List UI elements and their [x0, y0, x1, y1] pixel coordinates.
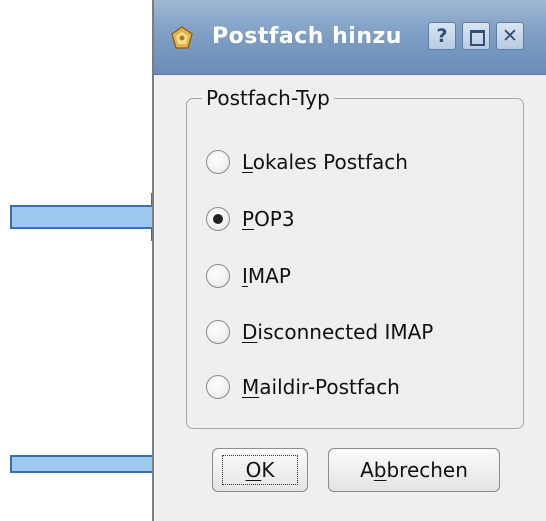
option-label: isconnected IMAP [257, 320, 434, 344]
radio-maildir[interactable]: Maildir-Postfach [206, 371, 400, 403]
cancel-button[interactable]: Abbrechen [328, 448, 500, 492]
radio-button[interactable] [206, 150, 230, 174]
focus-rect [222, 455, 298, 485]
option-mnemonic: M [242, 375, 260, 399]
group-title: Postfach-Typ [202, 84, 334, 112]
option-label: MAP [247, 264, 291, 288]
cancel-mnemonic: b [373, 458, 387, 482]
maximize-icon [470, 30, 485, 46]
radio-disconnected-imap[interactable]: Disconnected IMAP [206, 316, 433, 348]
option-label: OP3 [254, 207, 295, 231]
radio-pop3[interactable]: POP3 [206, 203, 295, 235]
close-button[interactable]: ✕ [496, 22, 524, 50]
radio-local-mailbox[interactable]: Lokales Postfach [206, 146, 408, 178]
app-icon [171, 26, 193, 49]
window-title: Postfach hinzu [212, 24, 402, 49]
option-mnemonic: D [242, 320, 258, 344]
radio-button[interactable] [206, 375, 230, 399]
option-mnemonic: L [242, 150, 253, 174]
radio-button-checked[interactable] [206, 207, 230, 231]
radio-button[interactable] [206, 320, 230, 344]
radio-imap[interactable]: IMAP [206, 260, 291, 292]
add-account-dialog: Postfach hinzu ? ✕ Postfach-Typ Lokales … [152, 0, 546, 521]
title-bar[interactable]: Postfach hinzu ? ✕ [154, 0, 546, 75]
option-label: aildir-Postfach [259, 375, 400, 399]
help-button[interactable]: ? [428, 22, 456, 50]
option-label: okales Postfach [252, 150, 408, 174]
ok-button[interactable]: OK [212, 448, 308, 492]
cancel-label-start: A [360, 458, 374, 482]
maximize-button[interactable] [462, 22, 490, 50]
radio-button[interactable] [206, 264, 230, 288]
cancel-label-end: brechen [386, 458, 468, 482]
option-mnemonic: P [242, 207, 255, 231]
